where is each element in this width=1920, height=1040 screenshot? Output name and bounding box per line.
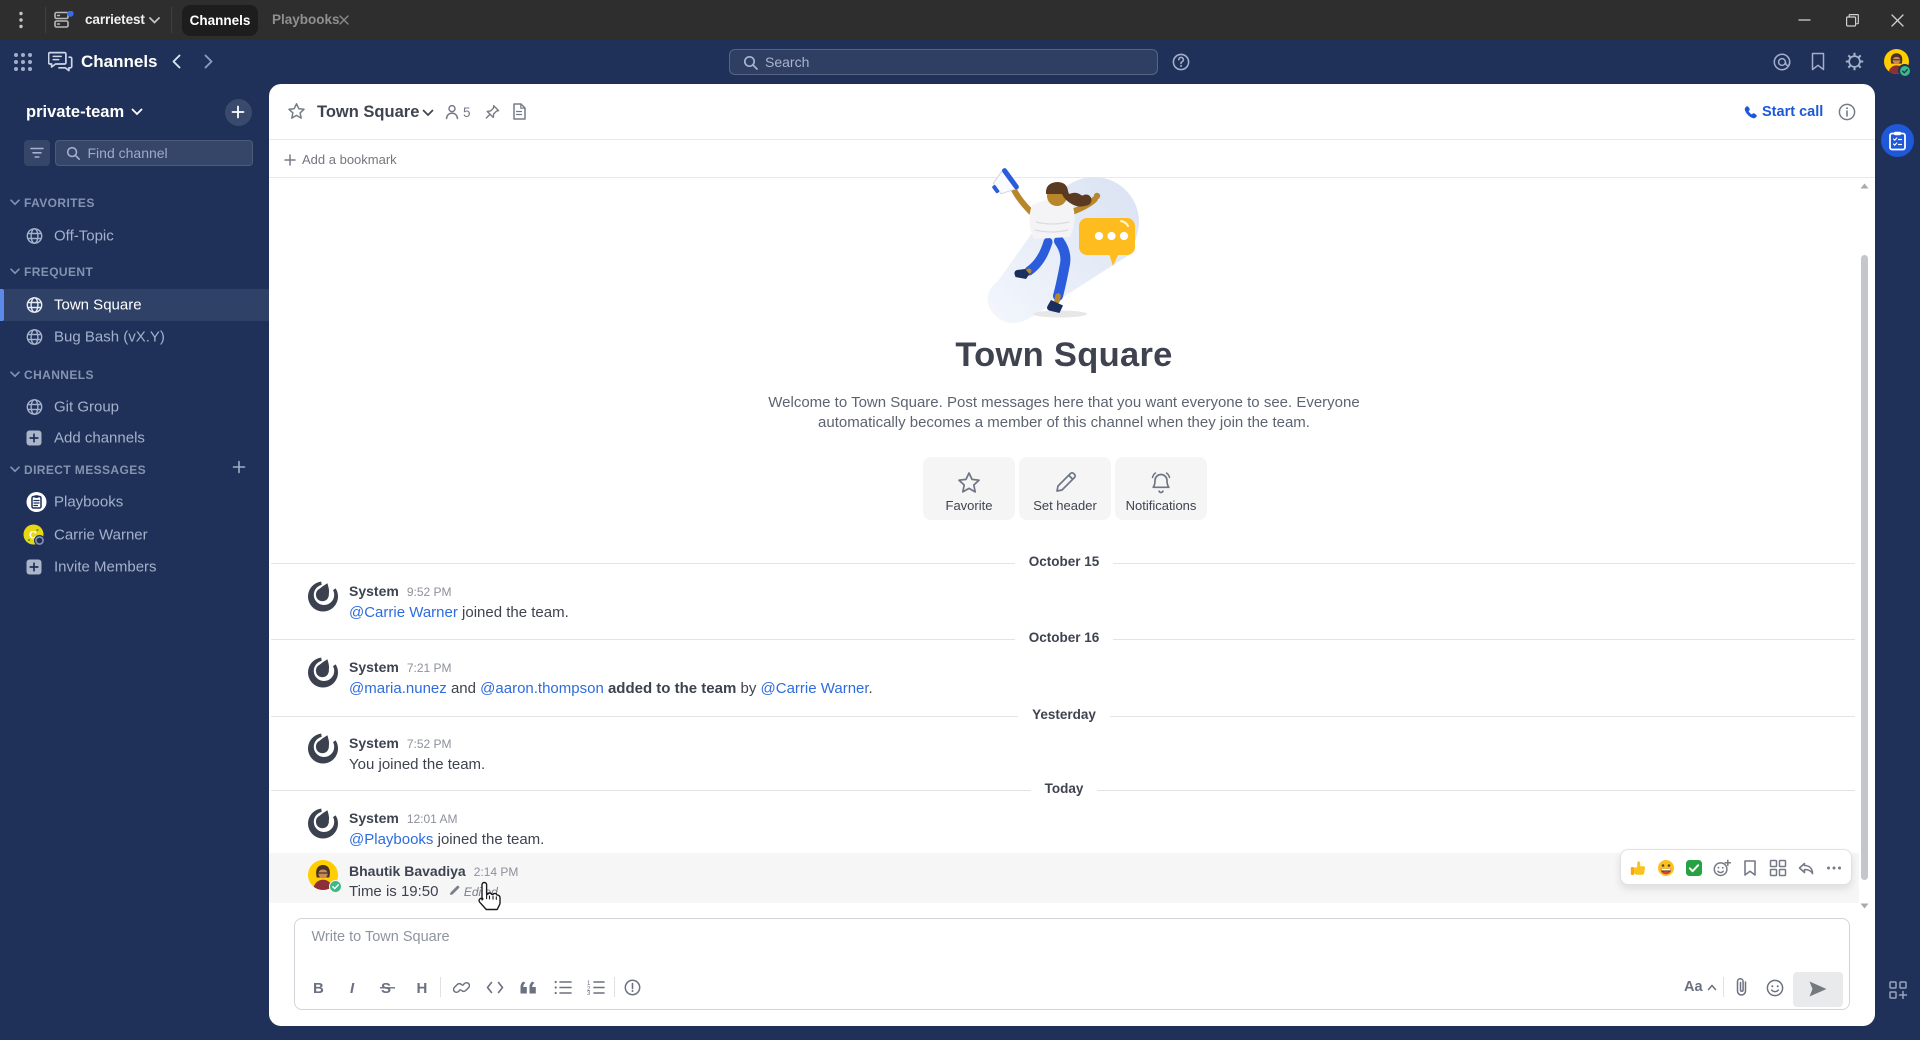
svg-text:B: B: [313, 980, 324, 996]
svg-text:3: 3: [587, 991, 591, 995]
svg-text:H: H: [417, 980, 428, 996]
svg-text:I: I: [350, 980, 355, 996]
